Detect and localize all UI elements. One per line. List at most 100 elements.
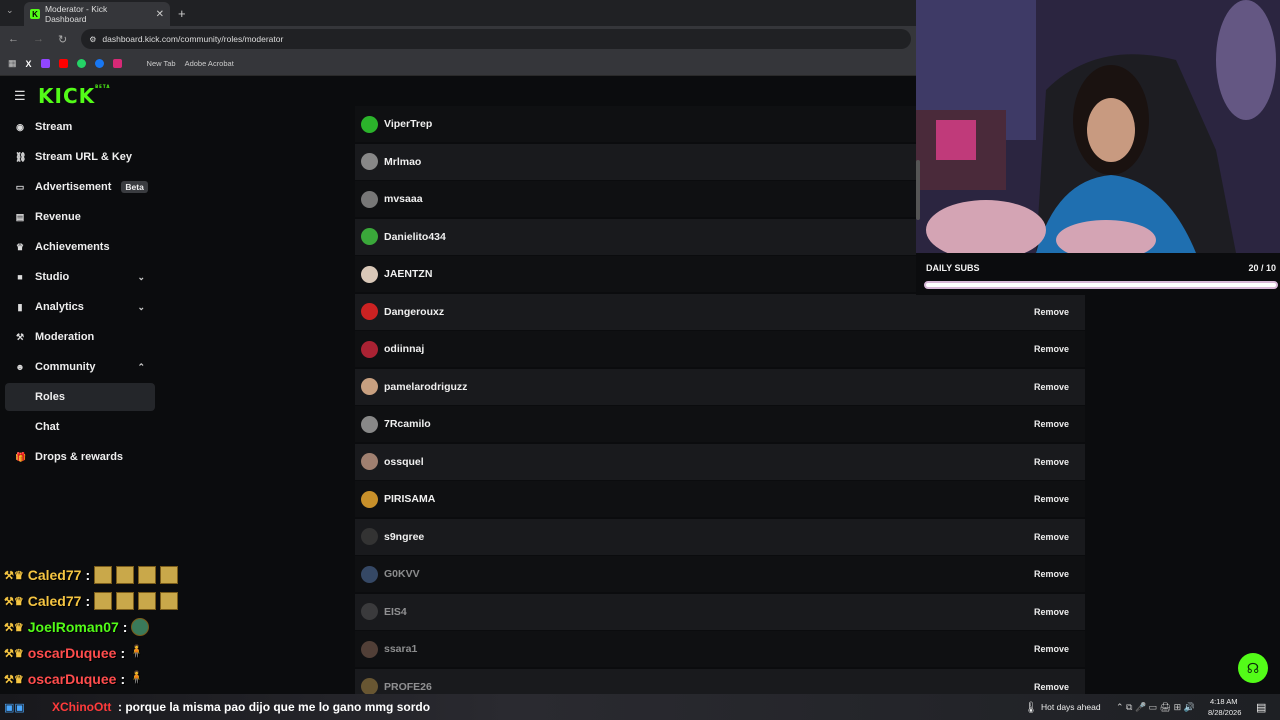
- remove-button[interactable]: Remove: [1026, 415, 1077, 433]
- youtube-bookmark-icon[interactable]: [58, 59, 68, 68]
- sidebar-item-achievements[interactable]: ♛ Achievements: [5, 233, 155, 261]
- remove-button[interactable]: Remove: [1026, 565, 1077, 583]
- moderator-badge-icon: ⚒♛: [4, 621, 24, 634]
- reload-icon[interactable]: ↻: [58, 33, 67, 46]
- taskbar: ▣▣ XChinoOtt : porque la misma pao dijo …: [0, 694, 1280, 720]
- remove-button[interactable]: Remove: [1026, 528, 1077, 546]
- daily-subs-goal: DAILY SUBS 20 / 10: [916, 253, 1280, 295]
- sidebar-item-drops-rewards[interactable]: 🎁 Drops & rewards: [5, 443, 155, 471]
- browser-tab[interactable]: K Moderator - Kick Dashboard ✕: [24, 2, 170, 26]
- avatar: [361, 490, 378, 508]
- menu-icon[interactable]: ☰: [14, 88, 26, 104]
- moderator-username[interactable]: Mrlmao: [384, 156, 421, 168]
- sidebar-item-moderation[interactable]: ⚒ Moderation: [5, 323, 155, 351]
- moderator-username[interactable]: 7Rcamilo: [384, 418, 431, 430]
- site-info-icon[interactable]: ⚙: [89, 35, 96, 44]
- avatar: [361, 115, 378, 133]
- instagram-bookmark-icon[interactable]: [112, 59, 122, 68]
- clock-time[interactable]: 4:18 AM: [1210, 697, 1238, 706]
- kick-logo[interactable]: KICKBETA: [38, 84, 110, 108]
- moderator-username[interactable]: PIRISAMA: [384, 493, 435, 505]
- chat-message: ⚒♛ Caled77:: [4, 592, 179, 610]
- avatar: [361, 415, 378, 433]
- sidebar-item-roles[interactable]: Roles: [5, 383, 155, 411]
- remove-button[interactable]: Remove: [1026, 640, 1077, 658]
- close-tab-icon[interactable]: ✕: [156, 9, 164, 20]
- webcam-image: [916, 0, 1280, 253]
- moderator-username[interactable]: PROFE26: [384, 681, 432, 693]
- moderator-username[interactable]: ViperTrep: [384, 118, 432, 130]
- dashboard-sidebar: ☰ KICKBETA ◉ Stream ⛓ Stream URL & Key ▭…: [0, 76, 160, 556]
- moderator-username[interactable]: Dangerouxz: [384, 306, 444, 318]
- moderator-badge-icon: ⚒♛: [4, 595, 24, 608]
- avatar: [361, 303, 378, 320]
- chat-message: ⚒♛ oscarDuquee: 🧍: [4, 644, 147, 662]
- scrollbar[interactable]: [916, 160, 920, 220]
- moderator-username[interactable]: JAENTZN: [384, 268, 432, 280]
- sidebar-item-studio[interactable]: ■ Studio ⌄: [5, 263, 155, 291]
- chat-username: Caled77: [27, 567, 82, 583]
- chevron-down-icon: ⌄: [137, 301, 145, 312]
- emote-icon: [160, 566, 179, 584]
- moderator-username[interactable]: ossquel: [384, 456, 424, 468]
- whatsapp-bookmark-icon[interactable]: [76, 59, 86, 68]
- url-field[interactable]: ⚙ dashboard.kick.com/community/roles/mod…: [81, 29, 912, 49]
- moderator-username[interactable]: Danielito434: [384, 231, 446, 243]
- moderator-row: ssara1 Remove: [355, 631, 1085, 667]
- sidebar-item-community[interactable]: ☻ Community ⌃: [5, 353, 155, 381]
- moderator-row: Dangerouxz Remove: [355, 293, 1085, 330]
- apps-icon[interactable]: ▦: [8, 58, 17, 69]
- facebook-bookmark-icon[interactable]: [94, 59, 104, 68]
- sidebar-item-stream-url-key[interactable]: ⛓ Stream URL & Key: [5, 143, 155, 171]
- remove-button[interactable]: Remove: [1026, 453, 1077, 471]
- moderator-username[interactable]: G0KVV: [384, 568, 420, 580]
- new-tab-icon[interactable]: +: [178, 6, 186, 21]
- moderator-row: EIS4 Remove: [355, 593, 1085, 630]
- remove-button[interactable]: Remove: [1026, 303, 1077, 321]
- moderator-username[interactable]: odiinnaj: [384, 343, 424, 355]
- moderator-row: G0KVV Remove: [355, 556, 1085, 592]
- chat-separator: :: [85, 593, 91, 609]
- remove-button[interactable]: Remove: [1026, 603, 1077, 621]
- ticker-badge-icon: ▣▣: [4, 701, 25, 714]
- x-bookmark-icon[interactable]: X: [26, 59, 32, 69]
- moderator-username[interactable]: EIS4: [384, 606, 407, 618]
- avatar: [361, 528, 378, 545]
- tab-search-icon[interactable]: ⌄: [6, 5, 14, 16]
- tray-icons[interactable]: ⌃ ⧉ 🎤 ▭ 🖨 ⊞ 🔊: [1116, 702, 1195, 713]
- sidebar-item-chat[interactable]: Chat: [5, 413, 155, 441]
- sidebar-item-advertisement[interactable]: ▭ Advertisement Beta: [5, 173, 155, 201]
- remove-button[interactable]: Remove: [1026, 490, 1077, 508]
- bookmark-adobe-acrobat[interactable]: Adobe Acrobat: [185, 59, 234, 68]
- twitch-bookmark-icon[interactable]: [40, 59, 50, 68]
- chat-separator: :: [120, 645, 126, 661]
- moderator-username[interactable]: ssara1: [384, 643, 417, 655]
- remove-button[interactable]: Remove: [1026, 678, 1077, 696]
- tab-title: Moderator - Kick Dashboard: [44, 4, 108, 24]
- daily-subs-label: DAILY SUBS: [926, 263, 980, 273]
- weather-icon: 🌡: [1024, 701, 1038, 714]
- emote-icon: [131, 618, 150, 636]
- remove-button[interactable]: Remove: [1026, 378, 1077, 396]
- revenue-icon: ▤: [15, 211, 25, 222]
- moderator-username[interactable]: mvsaaa: [384, 193, 423, 205]
- chat-username: Caled77: [27, 593, 82, 609]
- ticker-message: : porque la misma pao dijo que me lo gan…: [118, 700, 431, 714]
- moderator-username[interactable]: pamelarodriguzz: [384, 381, 467, 393]
- emote-icon: [116, 566, 135, 584]
- notification-icon[interactable]: ▤: [1256, 701, 1266, 714]
- sidebar-item-analytics[interactable]: ▮ Analytics ⌄: [5, 293, 155, 321]
- chat-username: JoelRoman07: [27, 619, 119, 635]
- clock-date[interactable]: 8/28/2026: [1208, 708, 1241, 717]
- emote-icon: [138, 592, 157, 610]
- moderator-username[interactable]: s9ngree: [384, 531, 424, 543]
- monitor-icon: ▭: [15, 181, 25, 192]
- weather-text[interactable]: Hot days ahead: [1041, 702, 1101, 712]
- forward-icon[interactable]: →: [33, 33, 44, 45]
- support-chat-button[interactable]: ☊: [1238, 653, 1268, 683]
- sidebar-item-stream[interactable]: ◉ Stream: [5, 113, 155, 141]
- bookmark-new-tab[interactable]: New Tab: [147, 59, 176, 68]
- back-icon[interactable]: ←: [8, 33, 19, 45]
- remove-button[interactable]: Remove: [1026, 340, 1077, 358]
- sidebar-item-revenue[interactable]: ▤ Revenue: [5, 203, 155, 231]
